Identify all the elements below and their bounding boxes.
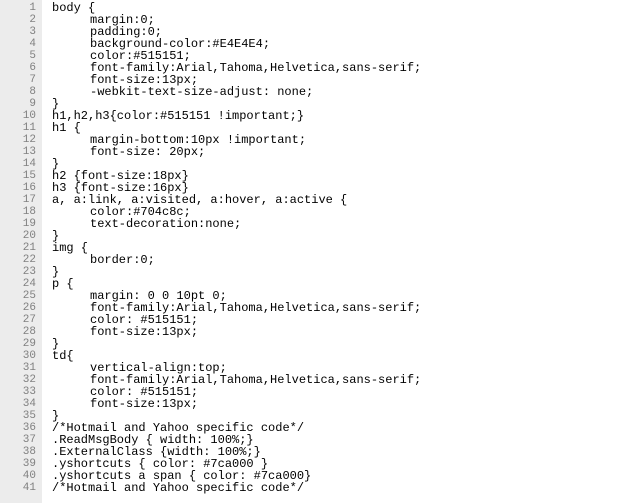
code-line[interactable]: font-size: 20px; [52,146,622,158]
line-number: 9 [0,98,42,110]
line-number: 36 [0,422,42,434]
line-number: 35 [0,410,42,422]
line-number: 21 [0,242,42,254]
line-number: 11 [0,122,42,134]
code-line[interactable]: } [52,338,622,350]
code-area[interactable]: body {margin:0;padding:0;background-colo… [42,0,622,503]
code-line[interactable]: } [52,230,622,242]
line-number: 13 [0,146,42,158]
line-number: 18 [0,206,42,218]
editor: 1234567891011121314151617181920212223242… [0,0,622,503]
line-number: 28 [0,326,42,338]
line-number: 29 [0,338,42,350]
line-number: 15 [0,170,42,182]
line-number: 12 [0,134,42,146]
line-number: 16 [0,182,42,194]
line-number: 25 [0,290,42,302]
line-number: 17 [0,194,42,206]
line-number: 3 [0,26,42,38]
line-number: 2 [0,14,42,26]
line-number: 27 [0,314,42,326]
line-number: 14 [0,158,42,170]
line-number-gutter: 1234567891011121314151617181920212223242… [0,0,42,503]
line-number: 8 [0,86,42,98]
line-number: 41 [0,482,42,494]
line-number: 39 [0,458,42,470]
line-number: 24 [0,278,42,290]
line-number: 31 [0,362,42,374]
code-line[interactable]: border:0; [52,254,622,266]
line-number: 26 [0,302,42,314]
line-number: 22 [0,254,42,266]
code-line[interactable]: font-size:13px; [52,326,622,338]
line-number: 38 [0,446,42,458]
line-number: 37 [0,434,42,446]
line-number: 34 [0,398,42,410]
line-number: 20 [0,230,42,242]
line-number: 40 [0,470,42,482]
line-number: 33 [0,386,42,398]
line-number: 30 [0,350,42,362]
code-line[interactable]: h1,h2,h3{color:#515151 !important;} [52,110,622,122]
line-number: 23 [0,266,42,278]
code-line[interactable]: font-size:13px; [52,398,622,410]
line-number: 10 [0,110,42,122]
code-line[interactable]: -webkit-text-size-adjust: none; [52,86,622,98]
line-number: 5 [0,50,42,62]
line-number: 4 [0,38,42,50]
line-number: 19 [0,218,42,230]
line-number: 6 [0,62,42,74]
code-line[interactable]: } [52,266,622,278]
code-line[interactable]: text-decoration:none; [52,218,622,230]
line-number: 1 [0,2,42,14]
line-number: 32 [0,374,42,386]
code-line[interactable]: /*Hotmail and Yahoo specific code*/ [52,482,622,494]
line-number: 7 [0,74,42,86]
